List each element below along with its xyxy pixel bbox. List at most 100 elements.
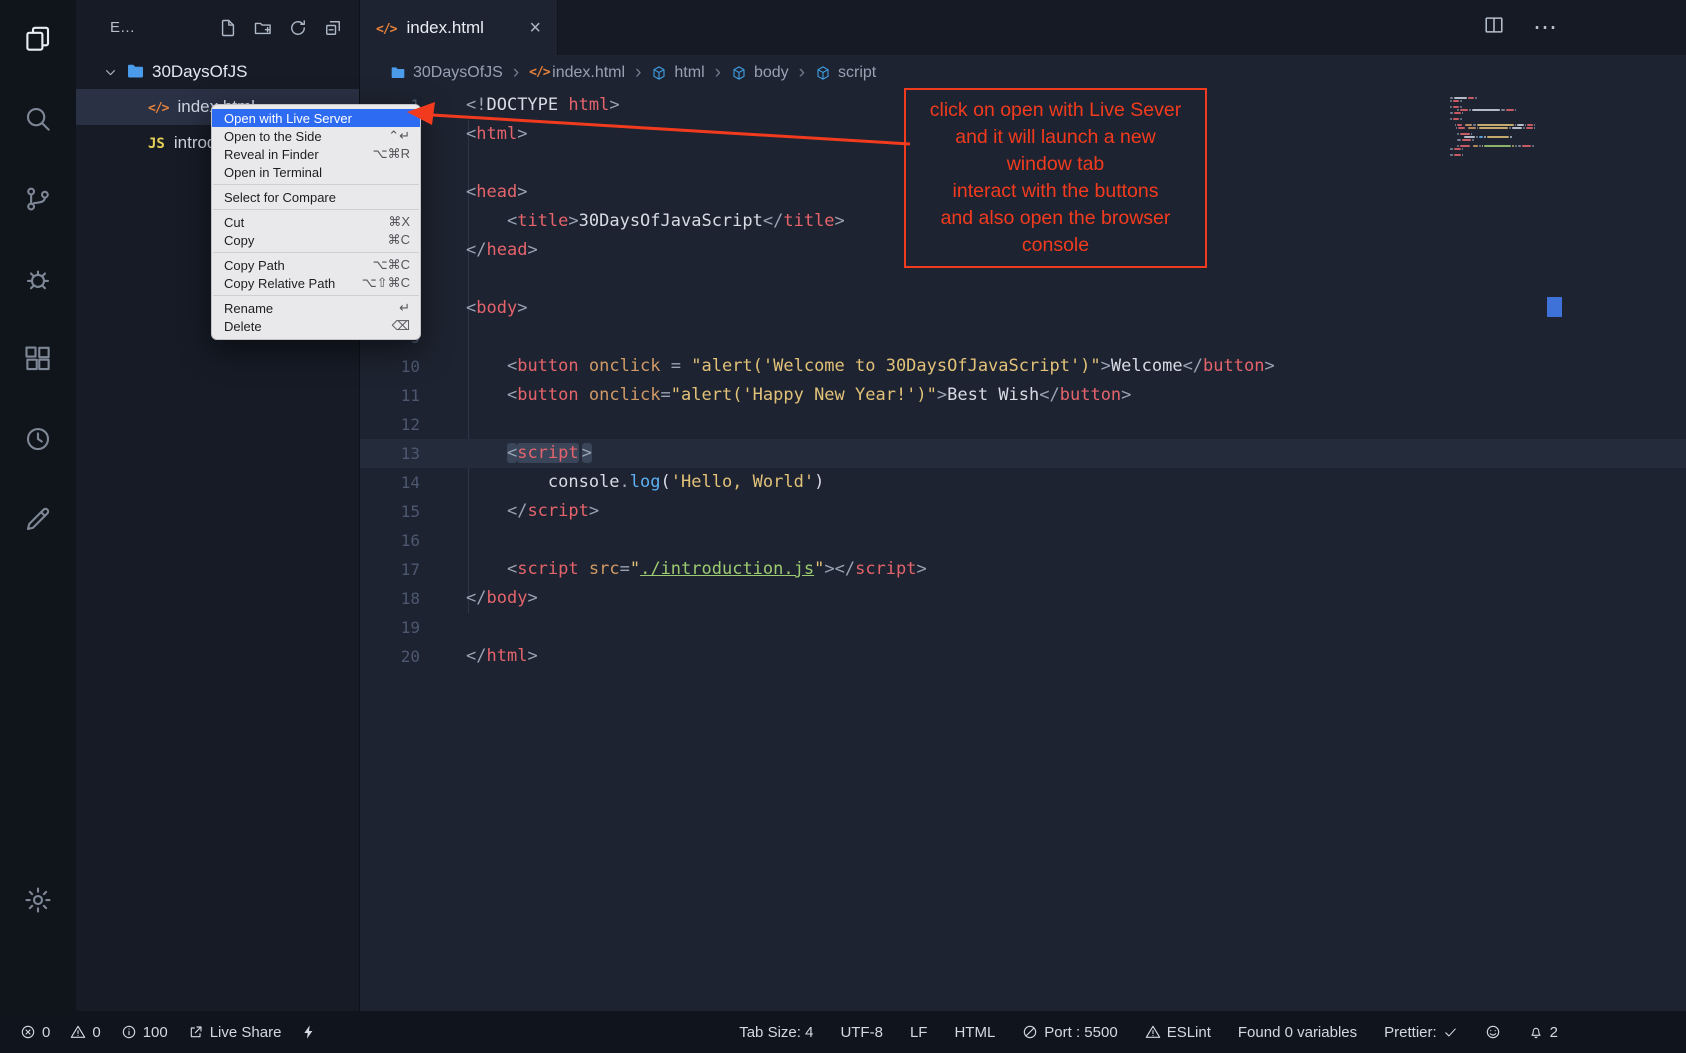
status-quick-action[interactable] <box>301 1024 317 1040</box>
breadcrumb-item-html[interactable]: html <box>651 64 704 82</box>
close-icon[interactable]: × <box>529 18 541 38</box>
activity-annotate-button[interactable] <box>23 504 53 534</box>
menu-item-delete[interactable]: Delete⌫ <box>212 317 420 335</box>
status-errors-label: 0 <box>42 1024 50 1041</box>
status-tab-size-label: Tab Size: 4 <box>739 1024 813 1041</box>
minimap-line <box>1450 121 1536 123</box>
collapse-all-icon <box>323 18 343 38</box>
menu-item-shortcut: ⌘C <box>388 232 410 248</box>
status-eol-label: LF <box>910 1024 928 1041</box>
code-line[interactable]: 14 console.log('Hello, World') <box>360 468 1686 497</box>
search-icon <box>23 104 53 134</box>
status-prettier[interactable]: Prettier: <box>1384 1024 1458 1041</box>
code-line[interactable]: 15 </script> <box>360 497 1686 526</box>
cube-icon <box>651 65 667 81</box>
status-warnings[interactable]: 0 <box>70 1024 100 1041</box>
new-file-button[interactable] <box>218 18 238 38</box>
status-tab-size[interactable]: Tab Size: 4 <box>739 1024 813 1041</box>
breadcrumb: 30DaysOfJS›</>index.html›html›body›scrip… <box>360 55 1686 91</box>
breadcrumb-item-index-html[interactable]: </>index.html <box>529 64 625 82</box>
breadcrumb-item-body[interactable]: body <box>731 64 789 82</box>
lightning-icon <box>301 1024 317 1040</box>
menu-item-copy-path[interactable]: Copy Path⌥⌘C <box>212 256 420 274</box>
status-language[interactable]: HTML <box>954 1024 995 1041</box>
code-file-icon: </> <box>529 65 545 81</box>
minimap[interactable] <box>1450 97 1536 156</box>
code-line[interactable]: 10 <button onclick = "alert('Welcome to … <box>360 352 1686 381</box>
collapse-all-button[interactable] <box>323 18 343 38</box>
status-notifications[interactable]: 2 <box>1528 1024 1558 1041</box>
code-text: console.log('Hello, World') <box>446 468 824 497</box>
code-line[interactable]: 19 <box>360 613 1686 642</box>
code-line[interactable]: 16 <box>360 526 1686 555</box>
code-line[interactable]: 8<body> <box>360 294 1686 323</box>
menu-item-copy-relative-path[interactable]: Copy Relative Path⌥⇧⌘C <box>212 274 420 292</box>
status-port[interactable]: Port : 5500 <box>1022 1024 1117 1041</box>
menu-item-reveal-in-finder[interactable]: Reveal in Finder⌥⌘R <box>212 145 420 163</box>
status-prettier-label: Prettier: <box>1384 1024 1437 1041</box>
activity-history-button[interactable] <box>23 424 53 454</box>
activity-explorer-button[interactable] <box>23 24 53 54</box>
status-bar-right: Tab Size: 4 UTF-8 LF HTML Port : 5500 ESLint F… <box>739 1024 1558 1041</box>
menu-item-open-with-live-server[interactable]: Open with Live Server <box>212 109 420 127</box>
line-number: 15 <box>360 497 446 526</box>
menu-item-rename[interactable]: Rename↵ <box>212 299 420 317</box>
status-errors[interactable]: 0 <box>20 1024 50 1041</box>
minimap-line <box>1450 139 1536 141</box>
breadcrumb-item-30daysofjs[interactable]: 30DaysOfJS <box>390 64 503 82</box>
code-text: <button onclick="alert('Happy New Year!'… <box>446 381 1131 410</box>
code-text: <script src="./introduction.js"></script… <box>446 555 927 584</box>
status-live-share[interactable]: Live Share <box>188 1024 282 1041</box>
activity-run-debug-button[interactable] <box>23 264 53 294</box>
eslint-warning-icon <box>1145 1024 1161 1040</box>
breadcrumb-item-script[interactable]: script <box>815 64 876 82</box>
menu-item-cut[interactable]: Cut⌘X <box>212 213 420 231</box>
code-line[interactable]: 11 <button onclick="alert('Happy New Yea… <box>360 381 1686 410</box>
activity-settings-button[interactable] <box>23 885 53 915</box>
menu-item-open-in-terminal[interactable]: Open in Terminal <box>212 163 420 181</box>
menu-item-label: Select for Compare <box>224 190 336 205</box>
new-folder-button[interactable] <box>253 18 273 38</box>
line-number: 11 <box>360 381 446 410</box>
info-icon <box>121 1024 137 1040</box>
breadcrumb-label: body <box>754 64 789 82</box>
line-number: 20 <box>360 642 446 671</box>
smiley-icon <box>1485 1024 1501 1040</box>
menu-item-select-for-compare[interactable]: Select for Compare <box>212 188 420 206</box>
status-encoding[interactable]: UTF-8 <box>840 1024 883 1041</box>
code-line[interactable]: 12 <box>360 410 1686 439</box>
minimap-line <box>1450 97 1536 99</box>
refresh-button[interactable] <box>288 18 308 38</box>
breadcrumb-label: html <box>674 64 704 82</box>
menu-item-open-to-the-side[interactable]: Open to the Side⌃↵ <box>212 127 420 145</box>
code-line[interactable]: 7 <box>360 265 1686 294</box>
menu-item-copy[interactable]: Copy⌘C <box>212 231 420 249</box>
status-info[interactable]: 100 <box>121 1024 168 1041</box>
status-variables[interactable]: Found 0 variables <box>1238 1024 1357 1041</box>
annotation-line: window tab <box>910 151 1201 178</box>
code-line[interactable]: 17 <script src="./introduction.js"></scr… <box>360 555 1686 584</box>
activity-search-button[interactable] <box>23 104 53 134</box>
status-port-label: Port : 5500 <box>1044 1024 1117 1041</box>
status-bar: 0 0 100 Live Share Tab Size: 4 UTF-8 LF HTML Po… <box>0 1011 1686 1053</box>
tab-index-html[interactable]: </> index.html × <box>360 0 558 55</box>
code-line[interactable]: 9 <box>360 323 1686 352</box>
activity-source-control-button[interactable] <box>23 184 53 214</box>
breadcrumb-separator: › <box>799 62 805 84</box>
split-editor-icon[interactable] <box>1483 14 1505 41</box>
annotation-line: and it will launch a new <box>910 124 1201 151</box>
code-line[interactable]: 13 <script> <box>360 439 1686 468</box>
activity-extensions-button[interactable] <box>23 344 53 374</box>
status-eol[interactable]: LF <box>910 1024 928 1041</box>
more-actions-icon[interactable]: ⋯ <box>1533 13 1558 42</box>
code-line[interactable]: 20</html> <box>360 642 1686 671</box>
status-feedback[interactable] <box>1485 1024 1501 1040</box>
status-eslint[interactable]: ESLint <box>1145 1024 1211 1041</box>
menu-item-label: Open to the Side <box>224 129 322 144</box>
annotation-line: interact with the buttons <box>910 178 1201 205</box>
code-line[interactable]: 18</body> <box>360 584 1686 613</box>
status-warnings-label: 0 <box>92 1024 100 1041</box>
vscode-window: E… 30DaysOfJS </>index.htmlJSintroductio… <box>0 0 1686 1053</box>
folder-root-row[interactable]: 30DaysOfJS <box>76 55 359 89</box>
tab-bar: </> index.html × ⋯ <box>360 0 1686 55</box>
